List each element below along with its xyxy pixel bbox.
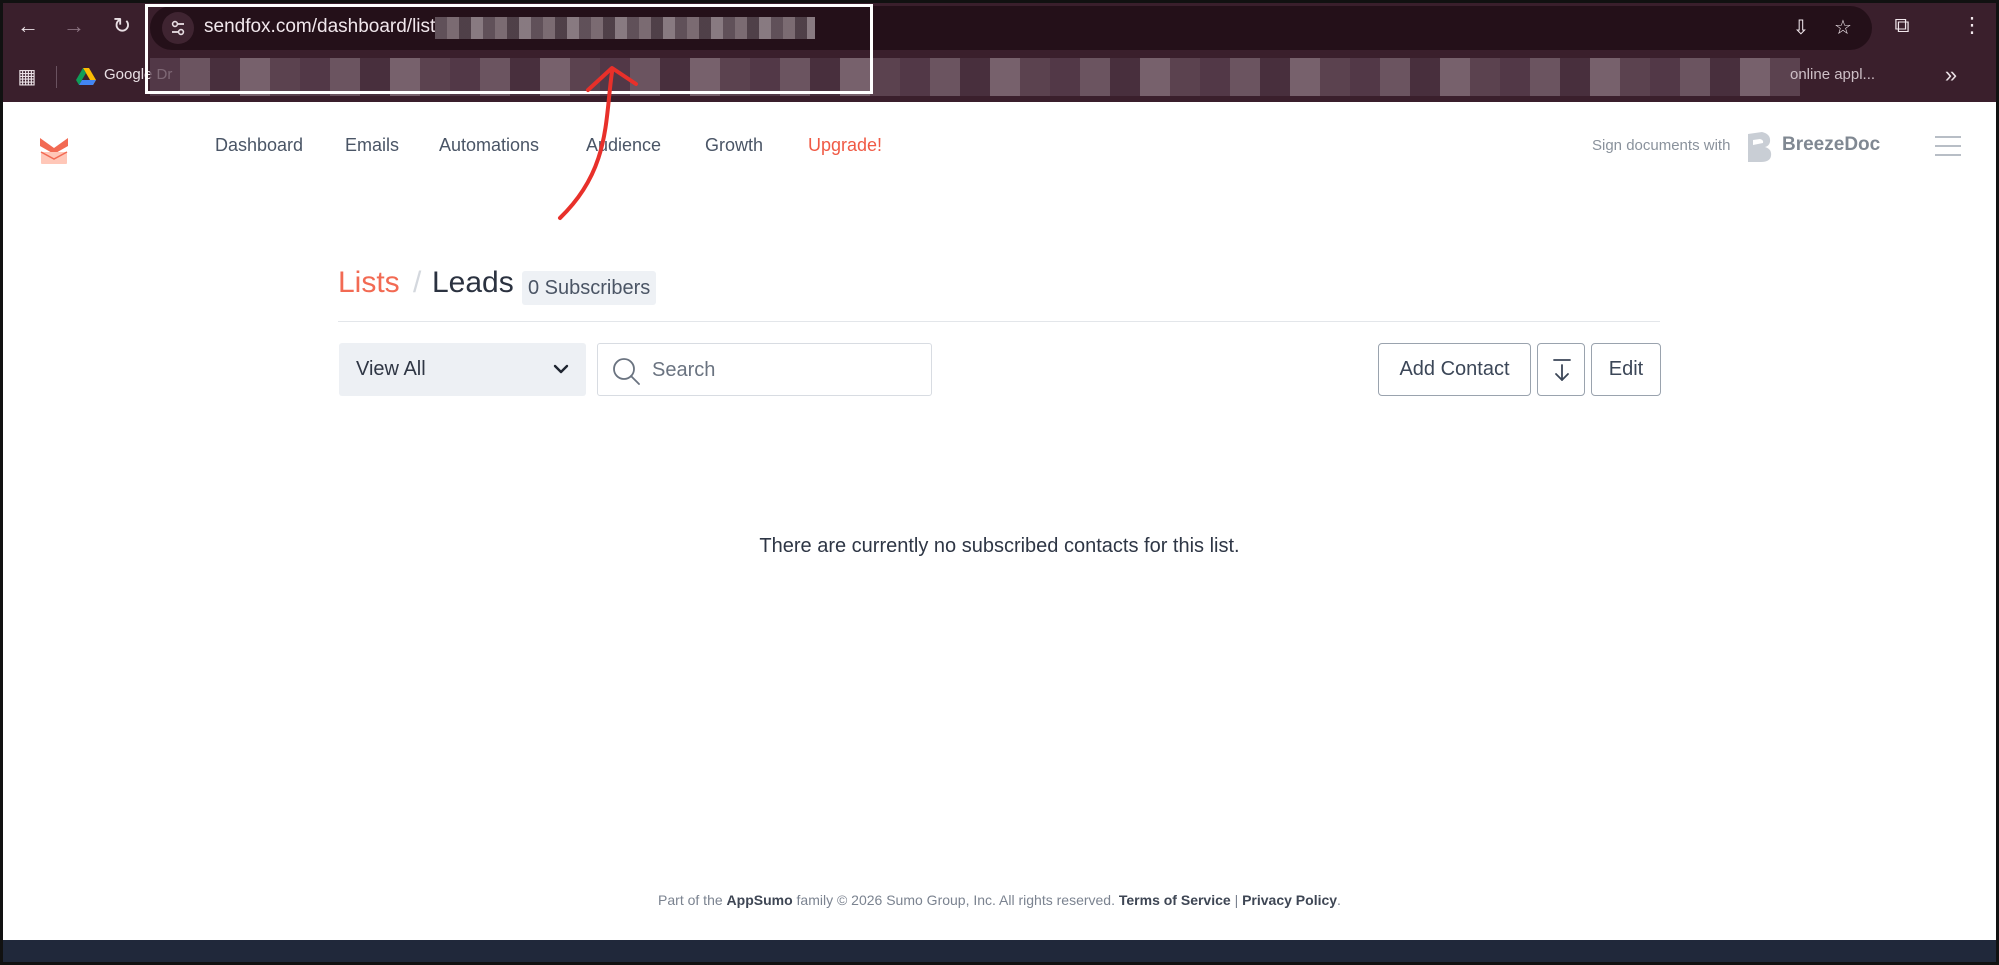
privacy-policy-link[interactable]: Privacy Policy [1242, 892, 1337, 908]
view-filter-select[interactable]: View All [339, 343, 586, 396]
more-bookmarks-icon[interactable]: » [1936, 60, 1966, 90]
nav-growth[interactable]: Growth [705, 135, 763, 156]
back-icon[interactable]: ← [12, 10, 44, 42]
breadcrumb-lists[interactable]: Lists [338, 266, 400, 300]
hamburger-menu-icon[interactable] [1935, 136, 1961, 158]
bookmark-online-app[interactable]: online appl... [1790, 66, 1875, 83]
page-title: Leads [432, 266, 514, 299]
terms-of-service-link[interactable]: Terms of Service [1119, 892, 1231, 908]
menu-kebab-icon[interactable]: ⋮ [1956, 10, 1988, 42]
search-input[interactable] [650, 354, 920, 386]
apps-grid-icon[interactable]: ▦ [12, 62, 42, 92]
download-icon [1553, 359, 1571, 381]
header-divider [338, 321, 1660, 322]
bottom-bar [0, 940, 1999, 962]
install-app-icon[interactable]: ⇩ [1786, 13, 1816, 43]
footer-appsumo-link[interactable]: AppSumo [727, 892, 793, 908]
sendfox-logo-icon[interactable] [38, 134, 70, 166]
bookmarks-divider [56, 66, 57, 88]
add-contact-button[interactable]: Add Contact [1378, 343, 1531, 396]
breadcrumb-separator: / [413, 266, 422, 299]
footer: Part of the AppSumo family © 2026 Sumo G… [0, 892, 1999, 908]
edit-button[interactable]: Edit [1591, 343, 1661, 396]
footer-end: . [1337, 892, 1341, 908]
url-highlight-box [145, 4, 873, 94]
search-icon [613, 358, 640, 385]
subscriber-count-badge: 0 Subscribers [522, 271, 657, 305]
reload-icon[interactable]: ↻ [106, 10, 138, 42]
empty-state-message: There are currently no subscribed contac… [759, 535, 1240, 557]
annotation-arrow-icon [558, 66, 638, 220]
google-drive-icon [76, 68, 96, 85]
chevron-down-icon [553, 364, 569, 374]
nav-dashboard[interactable]: Dashboard [215, 135, 303, 156]
breezedoc-brand[interactable]: BreezeDoc [1782, 134, 1880, 156]
footer-prefix: Part of the [658, 892, 723, 908]
breezedoc-logo-icon[interactable] [1744, 130, 1774, 164]
bookmark-star-icon[interactable]: ☆ [1828, 13, 1858, 43]
download-button[interactable] [1537, 343, 1585, 396]
extensions-icon[interactable]: ⧉ [1886, 10, 1918, 42]
breezedoc-promo-text[interactable]: Sign documents with [1592, 137, 1730, 154]
footer-copyright: family © 2026 Sumo Group, Inc. All right… [796, 892, 1115, 908]
forward-icon[interactable]: → [58, 10, 90, 42]
footer-separator: | [1234, 892, 1239, 908]
view-filter-value: View All [356, 358, 426, 380]
nav-upgrade[interactable]: Upgrade! [808, 135, 882, 156]
search-box[interactable] [597, 343, 932, 396]
nav-automations[interactable]: Automations [439, 135, 539, 156]
nav-emails[interactable]: Emails [345, 135, 399, 156]
